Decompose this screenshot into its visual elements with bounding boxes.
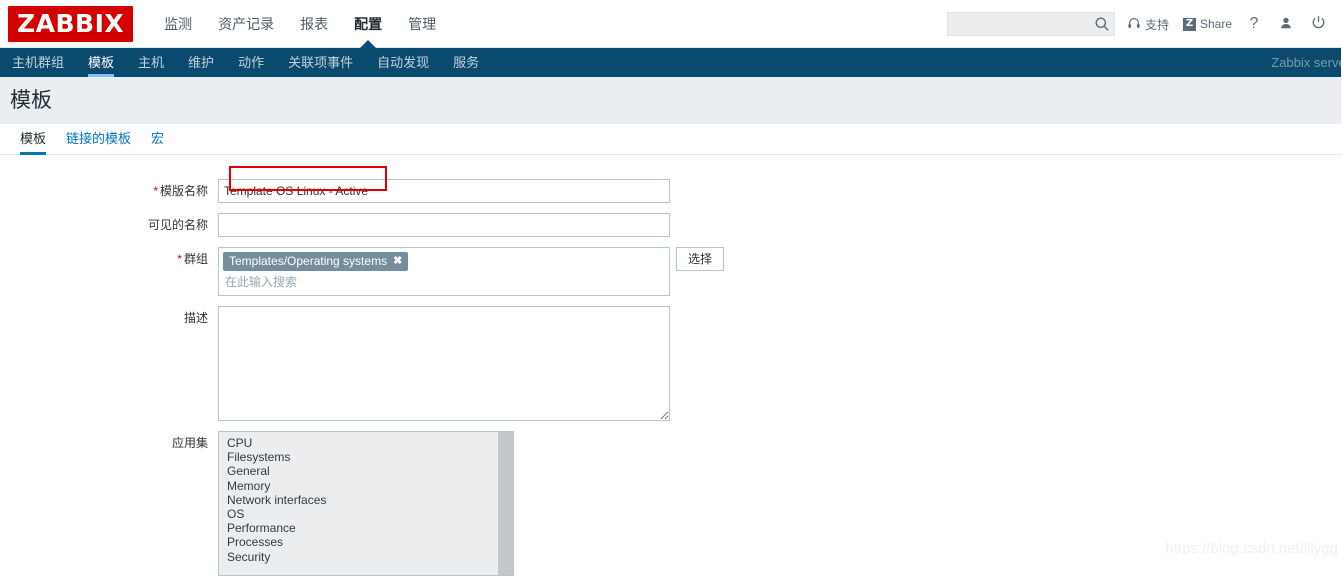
sidebar-item-hosts[interactable]: 主机 <box>126 48 176 77</box>
question-mark-icon: ? <box>1249 15 1259 32</box>
label-template-name-text: 模版名称 <box>159 184 208 198</box>
list-item[interactable]: OS <box>227 507 513 521</box>
template-form: *模版名称 可见的名称 *群组 Templates/Operating syst… <box>0 155 1342 576</box>
tab-macros[interactable]: 宏 <box>141 128 174 154</box>
list-item[interactable]: Memory <box>227 479 513 493</box>
label-groups: * 群组 <box>0 247 218 271</box>
sidebar-item-correlation[interactable]: 关联项事件 <box>276 48 365 77</box>
sidebar-item-actions[interactable]: 动作 <box>226 48 276 77</box>
page-title: 模板 <box>10 89 52 112</box>
form-row-description: 描述 <box>0 306 1342 421</box>
sidebar-item-host-groups[interactable]: 主机群组 <box>0 48 76 77</box>
main-menu: 监测 资产记录 报表 配置 管理 <box>151 0 449 48</box>
label-template-name: * 模版名称 <box>0 179 218 203</box>
support-label: 支持 <box>1144 17 1169 32</box>
visible-name-input[interactable] <box>218 213 670 237</box>
list-item[interactable]: Processes <box>227 535 513 549</box>
list-item[interactable]: Network interfaces <box>227 493 513 507</box>
list-item[interactable]: General <box>227 464 513 478</box>
form-row-applications: 应用集 CPU Filesystems General Memory Netwo… <box>0 431 1342 576</box>
groups-search-placeholder[interactable]: 在此输入搜索 <box>223 273 664 291</box>
global-search <box>946 12 1115 36</box>
sign-out-link[interactable] <box>1310 15 1326 33</box>
user-icon <box>1279 16 1293 33</box>
description-textarea[interactable] <box>218 306 670 421</box>
zabbix-share-icon: Z <box>1182 17 1196 31</box>
main-menu-item-configuration[interactable]: 配置 <box>341 0 395 48</box>
support-link[interactable]: 支持 <box>1127 16 1169 33</box>
required-marker: * <box>177 252 182 266</box>
headset-icon <box>1127 16 1141 33</box>
group-chip-label: Templates/Operating systems <box>229 254 388 268</box>
power-icon <box>1311 15 1326 33</box>
search-icon[interactable] <box>1094 16 1110 32</box>
required-marker: * <box>153 184 158 198</box>
page-title-band: 模板 <box>0 77 1342 124</box>
help-link[interactable]: ? <box>1246 15 1262 33</box>
share-link[interactable]: Z Share <box>1182 17 1232 31</box>
applications-list: CPU Filesystems General Memory Network i… <box>219 432 513 564</box>
main-menu-item-reports[interactable]: 报表 <box>287 0 341 48</box>
groups-multiselect[interactable]: Templates/Operating systems ✖ 在此输入搜索 <box>218 247 670 296</box>
list-item[interactable]: CPU <box>227 436 513 450</box>
top-header: ZABBIX 监测 资产记录 报表 配置 管理 支持 Z Share ? <box>0 0 1342 48</box>
group-chip[interactable]: Templates/Operating systems ✖ <box>223 252 409 271</box>
form-tab-bar: 模板 链接的模板 宏 <box>0 124 1342 155</box>
main-menu-item-administration[interactable]: 管理 <box>395 0 449 48</box>
form-row-visible-name: 可见的名称 <box>0 213 1342 237</box>
user-profile-link[interactable] <box>1278 15 1294 33</box>
template-name-input[interactable] <box>218 179 670 203</box>
header-right-tools: 支持 Z Share ? <box>946 0 1342 48</box>
label-description: 描述 <box>183 311 208 325</box>
sidebar-item-discovery[interactable]: 自动发现 <box>365 48 441 77</box>
list-item[interactable]: Performance <box>227 521 513 535</box>
sidebar-item-maintenance[interactable]: 维护 <box>176 48 226 77</box>
label-groups-text: 群组 <box>183 252 208 266</box>
close-icon[interactable]: ✖ <box>393 255 402 267</box>
listbox-scrollbar[interactable] <box>498 432 513 575</box>
select-group-button[interactable]: 选择 <box>676 247 724 271</box>
tab-template[interactable]: 模板 <box>12 128 56 155</box>
form-row-template-name: * 模版名称 <box>0 179 1342 203</box>
main-menu-item-monitoring[interactable]: 监测 <box>151 0 205 48</box>
applications-listbox[interactable]: CPU Filesystems General Memory Network i… <box>218 431 514 576</box>
watermark: https://blog.csdn.net/lilygg <box>1165 540 1338 557</box>
list-item[interactable]: Filesystems <box>227 450 513 464</box>
main-menu-item-inventory[interactable]: 资产记录 <box>205 0 287 48</box>
label-applications: 应用集 <box>171 436 208 450</box>
server-name-label: Zabbix server <box>1271 55 1342 70</box>
sub-nav: 主机群组 模板 主机 维护 动作 关联项事件 自动发现 服务 Zabbix se… <box>0 48 1342 77</box>
form-row-groups: * 群组 Templates/Operating systems ✖ 在此输入搜索… <box>0 247 1342 296</box>
label-visible-name: 可见的名称 <box>147 218 208 232</box>
share-label: Share <box>1199 17 1232 31</box>
list-item[interactable]: Security <box>227 550 513 564</box>
search-input[interactable] <box>946 12 1115 36</box>
listbox-scrollbar-thumb[interactable] <box>498 432 513 575</box>
sidebar-item-templates[interactable]: 模板 <box>76 48 126 77</box>
sidebar-item-services[interactable]: 服务 <box>441 48 491 77</box>
zabbix-logo[interactable]: ZABBIX <box>8 5 134 42</box>
tab-linked-templates[interactable]: 链接的模板 <box>56 128 141 154</box>
